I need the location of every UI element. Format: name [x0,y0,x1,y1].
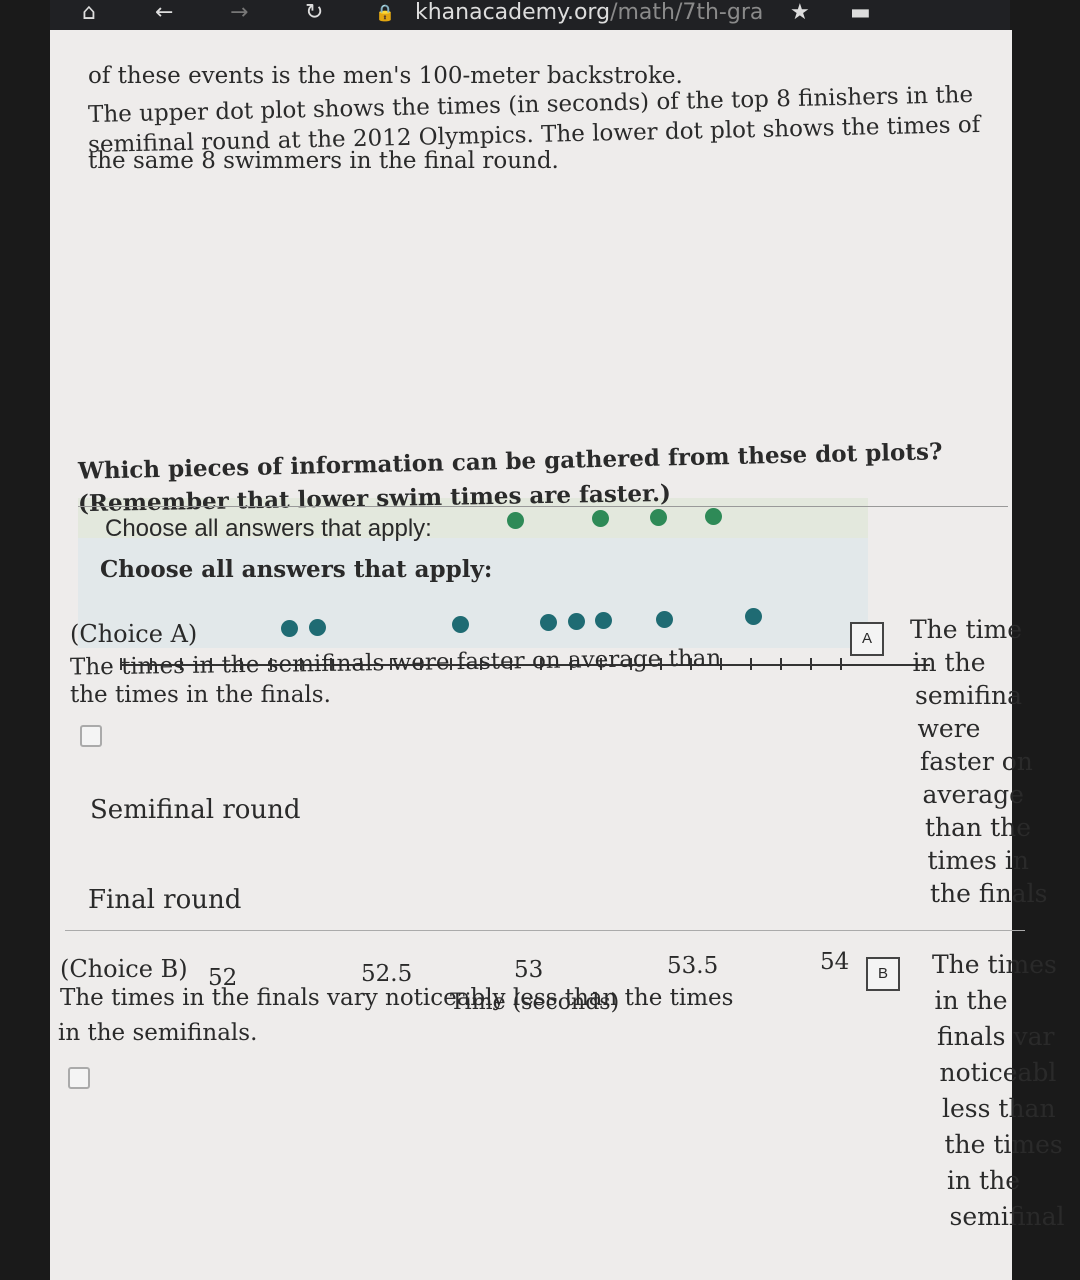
star-icon[interactable]: ★ [790,0,810,26]
tick-label: 54 [820,949,850,975]
address-bar[interactable]: khanacademy.org/math/7th-gra [415,0,763,26]
choice-side-text: than the [925,813,1032,842]
lower-dot [744,608,762,626]
choice-text: The times in the semifinals were faster … [69,645,722,681]
axis-tick [780,658,782,670]
choice-text: in the semifinals. [58,1020,258,1046]
tick-label: 52.5 [361,961,413,987]
back-icon[interactable]: ← [155,0,173,26]
upper-dot [705,508,722,526]
choice-side-text: in the [934,986,1008,1015]
choice-side-text: the times [944,1130,1063,1159]
axis-tick [810,658,812,670]
instruction-ghost: Choose all answers that apply: [105,515,432,542]
lower-dot [308,619,326,637]
lower-dot [540,613,558,631]
badge-a: A [850,622,884,656]
lower-dot [281,620,299,638]
badge-b: B [866,957,900,991]
choice-side-text: less than [942,1094,1056,1123]
lower-dot [567,612,585,630]
choice-side-text: in the [947,1166,1020,1195]
choice-label: (Choice B) [60,955,188,983]
choice-side-text: semifina [915,681,1023,710]
row-label-final: Final round [88,885,242,915]
lock-icon: 🔒 [375,3,395,22]
tick-label: 53 [514,957,544,983]
choice-label: (Choice A) [70,620,198,648]
reload-icon[interactable]: ↻ [305,0,323,26]
row-label-semifinal: Semifinal round [90,795,301,825]
divider [78,506,1008,507]
instruction: Choose all answers that apply: [100,556,493,583]
question-line: Which pieces of information can be gathe… [77,438,943,485]
axis-tick [750,658,752,670]
exercise-page: of these events is the men's 100-meter b… [50,30,1065,1280]
choice-text: the times in the finals. [70,682,331,708]
lower-dot [656,610,674,628]
choice-side-text: semifinal [949,1202,1065,1231]
choice-side-text: finals var [937,1022,1055,1051]
choice-side-text: in the [912,648,986,677]
choice-side-text: The times [932,950,1057,979]
upper-dot [506,512,524,530]
menu-icon[interactable]: ▬ [850,0,871,26]
choice-side-text: faster on [920,747,1033,776]
intro-line: the same 8 swimmers in the final round. [88,148,559,174]
choice-side-text: times in [927,846,1029,875]
choice-side-text: the finals [930,879,1048,908]
choice-text: The times in the finals vary noticeably … [60,985,734,1011]
divider [65,930,1025,931]
tick-label: 53.5 [667,953,719,979]
axis-tick [840,658,842,670]
checkbox-b[interactable] [68,1067,90,1089]
intro-line: of these events is the men's 100-meter b… [88,63,683,89]
checkbox-a[interactable] [80,725,102,747]
home-icon[interactable]: ⌂ [82,0,96,26]
forward-icon[interactable]: → [230,0,248,26]
browser-toolbar: ⌂ ← → ↻ 🔒 khanacademy.org/math/7th-gra ★… [50,0,1010,30]
choice-side-text: were [917,714,981,743]
choice-side-text: The time [910,615,1023,644]
choice-side-text: average [922,780,1024,809]
choice-side-text: noticeabl [939,1058,1057,1087]
lower-dot [451,615,469,633]
